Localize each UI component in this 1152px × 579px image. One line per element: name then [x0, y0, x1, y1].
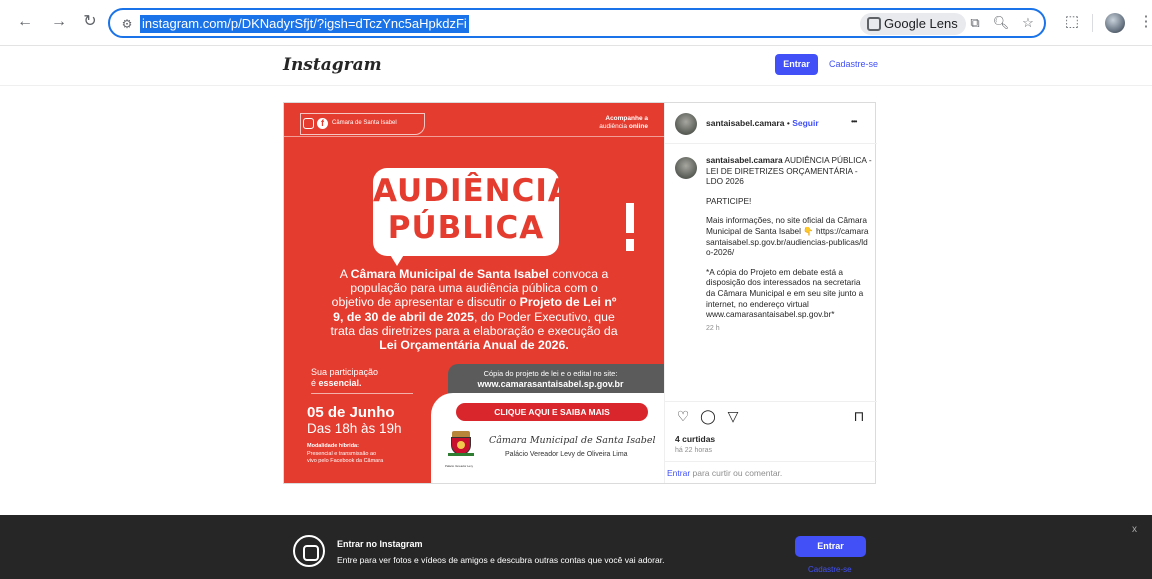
lens-icon: [867, 17, 881, 31]
bubble-tail: [389, 253, 405, 266]
footer-panel: CLIQUE AQUI E SAIBA MAIS Palácio Vereado…: [431, 393, 664, 483]
copy-site: www.camarasantaisabel.sp.gov.br: [477, 379, 624, 389]
extensions-icon[interactable]: ⬚: [1062, 12, 1082, 32]
cta-button[interactable]: CLIQUE AQUI E SAIBA MAIS: [456, 403, 648, 421]
share-icon[interactable]: ▽: [725, 408, 741, 424]
event-hours: Das 18h às 19h: [307, 421, 402, 436]
login-banner: Entrar no Instagram Entre para ver fotos…: [0, 515, 1152, 579]
post-image[interactable]: f Câmara de Santa Isabel Acompanhe a aud…: [284, 103, 664, 483]
post-sidebar: santaisabel.camara • Seguir ••• santaisa…: [664, 103, 877, 485]
footer-palace: Palácio Vereador Levy de Oliveira Lima: [505, 451, 628, 458]
modality-line-1: Presencial e transmissão ao: [307, 451, 377, 457]
post-caption: santaisabel.camara AUDIÊNCIA PÚBLICA - L…: [706, 155, 872, 343]
body-text: A Câmara Municipal de Santa Isabel convo…: [330, 267, 618, 353]
participation-line-2: é essencial.: [311, 378, 362, 388]
post-card: f Câmara de Santa Isabel Acompanhe a aud…: [283, 102, 877, 485]
forward-arrow-icon[interactable]: →: [48, 11, 70, 33]
post-actions: ♡ ◯ ▽ ⊓ 4 curtidas há 22 horas Entrar pa…: [665, 401, 877, 485]
author-separator: •: [786, 118, 790, 128]
post-time: há 22 horas: [675, 447, 712, 454]
header-divider: [284, 136, 664, 137]
modality-line-2: vivo pelo Facebook da Câmara: [307, 458, 384, 464]
caption-time: 22 h: [706, 324, 720, 332]
more-options-icon[interactable]: •••: [851, 117, 857, 126]
footer-chamber-name: Câmara Municipal de Santa Isabel: [489, 435, 656, 446]
back-arrow-icon[interactable]: ←: [14, 11, 36, 33]
banner-subtitle: Entre para ver fotos e vídeos de amigos …: [337, 555, 665, 565]
follow-button[interactable]: Seguir: [792, 118, 818, 128]
menu-icon[interactable]: ⋮: [1136, 12, 1152, 32]
author-avatar[interactable]: [675, 113, 697, 135]
comment-prompt: Entrar para curtir ou comentar.: [665, 461, 877, 484]
chamber-tag: f Câmara de Santa Isabel: [300, 113, 425, 135]
event-date: 05 de Junho: [307, 404, 395, 421]
address-bar[interactable]: ⚙ instagram.com/p/DKNadyrSfjt/?igsh=dTcz…: [108, 8, 1046, 38]
city-crest-icon: [448, 431, 474, 461]
headline-line-1: AUDIÊNCIA: [373, 173, 573, 209]
participation-line-1: Sua participação: [311, 367, 379, 377]
caption-paragraph-2: Mais informações, no site oficial da Câm…: [706, 215, 869, 258]
copy-note-box: Cópia do projeto de lei e o edital no si…: [448, 364, 664, 394]
likes-count[interactable]: 4 curtidas: [675, 434, 715, 444]
star-icon[interactable]: ☆: [1019, 14, 1037, 32]
instagram-logo[interactable]: Instagram: [283, 55, 382, 75]
modality-title: Modalidade híbrida:: [307, 443, 359, 449]
toolbar-divider: [1092, 14, 1093, 32]
signup-link[interactable]: Cadastre-se: [829, 59, 878, 69]
follow-line-2: audiência online: [599, 123, 648, 130]
site-info-icon[interactable]: ⚙: [118, 15, 136, 33]
like-heart-icon[interactable]: ♡: [675, 408, 691, 424]
close-icon[interactable]: x: [1132, 524, 1137, 535]
banner-login-button[interactable]: Entrar: [795, 536, 866, 557]
url-text[interactable]: instagram.com/p/DKNadyrSfjt/?igsh=dTczYn…: [140, 15, 469, 33]
lens-label: Google Lens: [884, 16, 958, 31]
google-lens-button[interactable]: Google Lens: [860, 13, 966, 35]
caption-paragraph-3: *A cópia do Projeto em debate está a dis…: [706, 266, 864, 320]
zoom-icon[interactable]: 🔍︎: [992, 14, 1010, 32]
headline-line-2: PÚBLICA: [387, 210, 545, 246]
instagram-header: Instagram Entrar Cadastre-se: [0, 46, 1152, 86]
author-username[interactable]: santaisabel.camara: [706, 118, 784, 128]
banner-title: Entrar no Instagram: [337, 539, 423, 549]
install-icon[interactable]: ⧉: [966, 14, 984, 32]
caption-username[interactable]: santaisabel.camara: [706, 155, 783, 165]
browser-toolbar: ← → ↻ ⚙ instagram.com/p/DKNadyrSfjt/?igs…: [0, 0, 1152, 46]
profile-icon[interactable]: [1105, 13, 1125, 33]
post-author-header: santaisabel.camara • Seguir •••: [665, 103, 877, 144]
facebook-icon: f: [317, 118, 328, 129]
participation-divider: [311, 393, 413, 394]
chamber-name: Câmara de Santa Isabel: [332, 120, 397, 126]
comment-login-link[interactable]: Entrar: [667, 468, 690, 478]
reload-icon[interactable]: ↻: [79, 11, 101, 33]
comment-icon[interactable]: ◯: [700, 408, 716, 424]
caption-paragraph-1: PARTICIPE!: [706, 195, 752, 206]
crest-caption: Palácio Vereador Levy: [445, 464, 473, 468]
copy-note: Cópia do projeto de lei e o edital no si…: [483, 369, 618, 378]
save-bookmark-icon[interactable]: ⊓: [851, 408, 867, 424]
headline-bubble: AUDIÊNCIA PÚBLICA: [373, 168, 573, 256]
comment-prompt-text: para curtir ou comentar.: [690, 468, 783, 478]
banner-signup-link[interactable]: Cadastre-se: [808, 565, 852, 574]
author-line: santaisabel.camara • Seguir: [706, 118, 819, 128]
caption-avatar[interactable]: [675, 157, 697, 179]
exclamation-dot: [626, 239, 634, 251]
instagram-icon: [303, 118, 314, 129]
instagram-camera-icon: [293, 535, 325, 567]
login-button[interactable]: Entrar: [775, 54, 818, 75]
follow-line-1: Acompanhe a: [605, 115, 648, 122]
exclamation-bar: [626, 203, 634, 233]
